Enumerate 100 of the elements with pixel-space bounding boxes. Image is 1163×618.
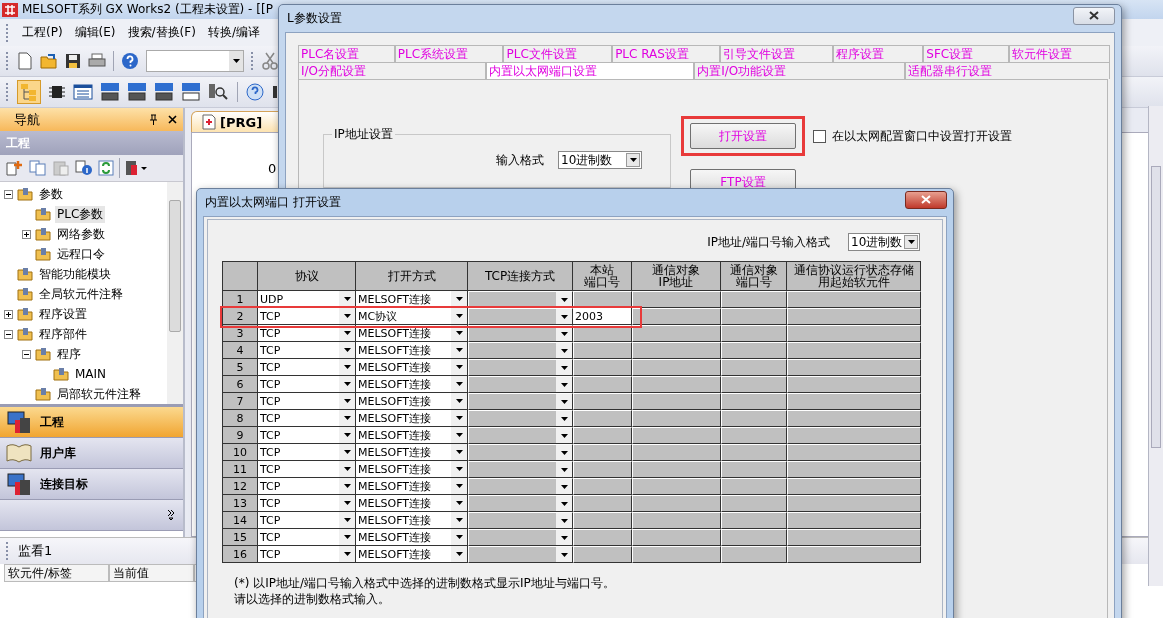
protocol-dropdown[interactable]: TCP — [258, 529, 356, 546]
port-field[interactable] — [573, 427, 632, 444]
protocol-dropdown[interactable]: TCP — [258, 461, 356, 478]
tab[interactable]: PLC RAS设置 — [612, 45, 720, 62]
open-folder-icon[interactable] — [40, 53, 58, 69]
collapse-icon[interactable] — [4, 329, 13, 339]
navigation-section[interactable]: 工程 — [0, 407, 183, 438]
tab[interactable]: PLC名设置 — [298, 45, 395, 62]
refresh-icon[interactable] — [98, 160, 114, 176]
tree-item[interactable]: 智能功能模块 — [37, 265, 113, 283]
open-method-dropdown[interactable]: MELSOFT连接 — [356, 512, 468, 529]
device-icon[interactable] — [154, 82, 174, 102]
tree-item[interactable]: 参数 — [37, 185, 65, 203]
help-icon[interactable] — [245, 82, 265, 102]
protocol-dropdown[interactable]: TCP — [258, 308, 356, 325]
open-method-dropdown[interactable]: MC协议 — [356, 308, 468, 325]
tree-item[interactable]: PLC参数 — [55, 205, 106, 223]
device-icon[interactable] — [181, 82, 201, 102]
open-method-dropdown[interactable]: MELSOFT连接 — [356, 461, 468, 478]
port-field[interactable] — [573, 478, 632, 495]
port-field[interactable] — [573, 546, 632, 563]
port-field[interactable] — [573, 461, 632, 478]
menu-item[interactable]: 工程(P) — [22, 24, 63, 41]
tab[interactable]: PLC系统设置 — [394, 45, 504, 62]
expand-icon[interactable] — [4, 309, 13, 319]
collapse-icon[interactable] — [4, 189, 13, 199]
open-method-dropdown[interactable]: MELSOFT连接 — [356, 444, 468, 461]
connection-dropdown[interactable] — [468, 461, 573, 478]
add-icon[interactable] — [6, 160, 24, 176]
protocol-dropdown[interactable]: TCP — [258, 410, 356, 427]
protocol-dropdown[interactable]: TCP — [258, 359, 356, 376]
open-method-dropdown[interactable]: MELSOFT连接 — [356, 478, 468, 495]
menu-item[interactable]: 编辑(E) — [74, 24, 116, 41]
connection-dropdown[interactable] — [468, 427, 573, 444]
print-icon[interactable] — [88, 53, 106, 69]
protocol-dropdown[interactable]: TCP — [258, 512, 356, 529]
open-method-dropdown[interactable]: MELSOFT连接 — [356, 529, 468, 546]
tab[interactable]: 内置以太网端口设置 — [485, 62, 695, 79]
tree-item[interactable]: MAIN — [73, 367, 109, 381]
connection-dropdown[interactable] — [468, 393, 573, 410]
protocol-dropdown[interactable]: TCP — [258, 342, 356, 359]
connection-dropdown[interactable] — [468, 546, 573, 563]
port-field[interactable] — [573, 529, 632, 546]
navigation-section[interactable]: 连接目标 — [0, 469, 183, 500]
port-field[interactable] — [573, 495, 632, 512]
expand-icon[interactable] — [22, 229, 31, 239]
device-icon[interactable] — [127, 82, 147, 102]
open-method-dropdown[interactable]: MELSOFT连接 — [356, 495, 468, 512]
open-method-dropdown[interactable]: MELSOFT连接 — [356, 376, 468, 393]
port-field[interactable] — [573, 359, 632, 376]
column-header[interactable]: 当前值 — [109, 564, 194, 582]
connection-dropdown[interactable] — [468, 495, 573, 512]
tree-item[interactable]: 全局软元件注释 — [37, 285, 125, 303]
protocol-dropdown[interactable]: TCP — [258, 427, 356, 444]
collapse-icon[interactable] — [22, 349, 31, 359]
connection-dropdown[interactable] — [468, 512, 573, 529]
protocol-dropdown[interactable]: TCP — [258, 478, 356, 495]
tree-item[interactable]: 程序部件 — [37, 325, 89, 343]
tree-item[interactable]: 程序设置 — [37, 305, 89, 323]
chip-icon[interactable] — [48, 84, 66, 100]
connection-dropdown[interactable] — [468, 359, 573, 376]
tree-item[interactable]: 网络参数 — [55, 225, 107, 243]
column-header[interactable]: 软元件/标签 — [4, 564, 109, 582]
port-field[interactable]: 2003 — [573, 308, 632, 325]
port-field[interactable] — [573, 444, 632, 461]
close-button[interactable] — [905, 190, 947, 209]
new-file-icon[interactable] — [17, 52, 33, 70]
connection-dropdown[interactable] — [468, 410, 573, 427]
tree-item[interactable]: 程序 — [55, 345, 83, 363]
open-method-dropdown[interactable]: MELSOFT连接 — [356, 427, 468, 444]
protocol-dropdown[interactable]: TCP — [258, 444, 356, 461]
format-dropdown[interactable]: 10进制数 — [848, 233, 920, 251]
tab[interactable]: 适配器串行设置 — [904, 62, 1110, 79]
device-icon[interactable] — [100, 82, 120, 102]
tab[interactable]: 引导文件设置 — [719, 45, 834, 62]
scrollbar[interactable] — [167, 182, 183, 404]
connection-dropdown[interactable] — [468, 342, 573, 359]
port-field[interactable] — [573, 376, 632, 393]
copy-icon[interactable] — [29, 160, 47, 176]
connection-dropdown[interactable] — [468, 444, 573, 461]
tab[interactable]: 内置I/O功能设置 — [694, 62, 905, 79]
protocol-dropdown[interactable]: TCP — [258, 546, 356, 563]
tab[interactable]: 程序设置 — [833, 45, 924, 62]
module-icon[interactable] — [125, 159, 149, 177]
connection-dropdown[interactable] — [468, 376, 573, 393]
navigation-section[interactable]: 用户库 — [0, 438, 183, 469]
open-method-dropdown[interactable]: MELSOFT连接 — [356, 359, 468, 376]
open-method-dropdown[interactable]: MELSOFT连接 — [356, 393, 468, 410]
scissors-icon[interactable] — [262, 52, 278, 70]
close-icon[interactable] — [168, 115, 177, 124]
tab[interactable]: PLC文件设置 — [503, 45, 613, 62]
tree-item[interactable]: 远程口令 — [55, 245, 107, 263]
pin-icon[interactable] — [149, 114, 158, 125]
tab[interactable]: SFC设置 — [923, 45, 1010, 62]
checkbox[interactable] — [813, 129, 826, 143]
save-icon[interactable] — [65, 53, 81, 69]
open-method-dropdown[interactable]: MELSOFT连接 — [356, 546, 468, 563]
tab[interactable]: 软元件设置 — [1009, 45, 1110, 62]
protocol-dropdown[interactable]: TCP — [258, 393, 356, 410]
info-icon[interactable] — [75, 160, 93, 176]
